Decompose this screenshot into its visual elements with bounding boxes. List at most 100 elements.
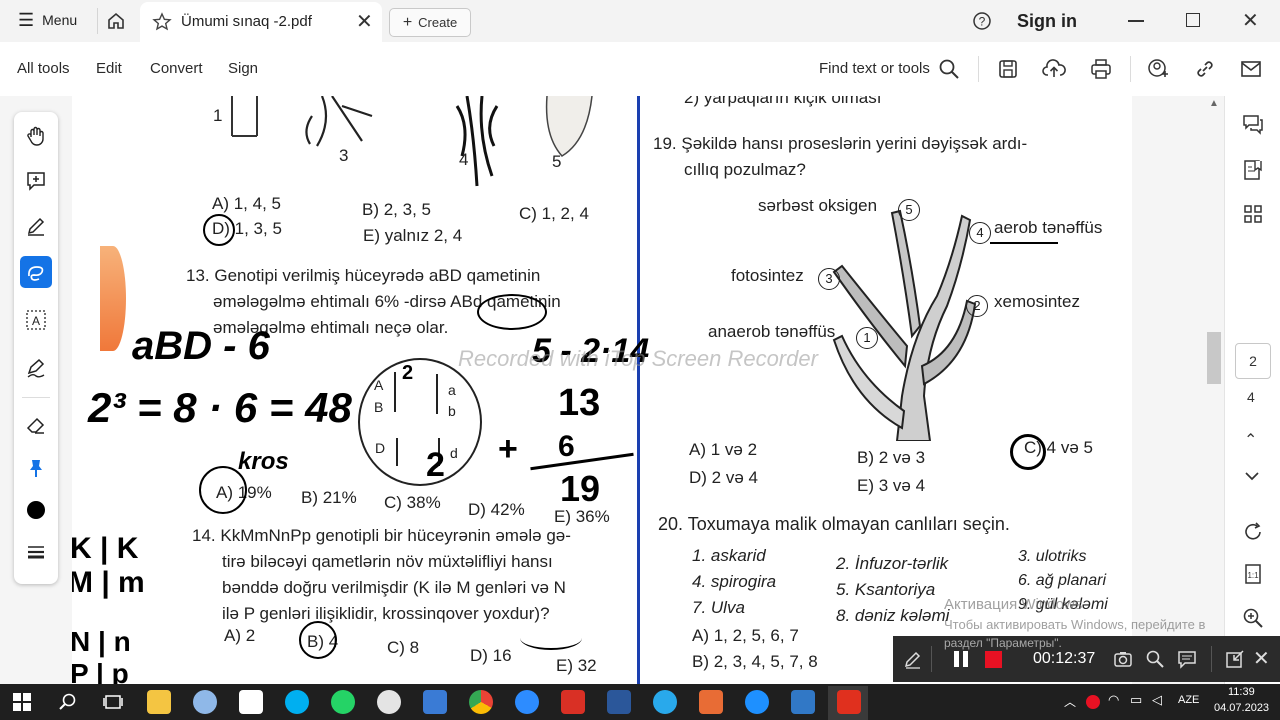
question-text: bənddə doğru verilmişdir (K ilə M genlər… [222, 578, 566, 597]
scroll-up-icon[interactable]: ▲ [1209, 98, 1219, 109]
mail-icon[interactable] [1240, 59, 1262, 79]
cloud-upload-icon[interactable] [1042, 58, 1066, 80]
create-label: Create [418, 15, 458, 30]
volume-icon[interactable]: ◁ [1152, 692, 1162, 708]
zoom-icon[interactable] [1145, 649, 1165, 669]
color-picker[interactable] [20, 494, 52, 526]
search-icon[interactable] [938, 58, 960, 80]
home-button[interactable] [100, 5, 132, 37]
language-indicator[interactable]: AZE [1178, 694, 1199, 706]
message-icon[interactable] [1177, 649, 1197, 669]
tray-chevron-icon[interactable]: ︿ [1064, 693, 1076, 710]
taskbar-search-icon[interactable] [58, 692, 78, 712]
clock-date[interactable]: 04.07.2023 [1214, 702, 1269, 714]
hamburger-icon: ☰ [18, 10, 35, 30]
print-icon[interactable] [1090, 58, 1112, 80]
chevron-up-icon[interactable]: ⌃ [1244, 430, 1257, 450]
powerpoint-icon[interactable] [699, 690, 723, 714]
paint-icon[interactable] [193, 690, 217, 714]
question-text: ilə P genləri ilişiklidir, krossinqover … [222, 604, 550, 623]
store-icon[interactable] [239, 690, 263, 714]
find-text-field[interactable]: Find text or tools [819, 60, 930, 77]
word-icon[interactable] [607, 690, 631, 714]
whatsapp-icon[interactable] [331, 690, 355, 714]
restore-icon[interactable] [1186, 13, 1200, 27]
convert-menu[interactable]: Convert [150, 60, 203, 77]
line-weight-tool[interactable] [20, 536, 52, 568]
acrobat-icon[interactable] [837, 690, 861, 714]
question-text: 19. Şəkildə hansı proseslərin yerini dəy… [653, 134, 1028, 153]
stop-record-button[interactable] [985, 651, 1002, 668]
page-number-input[interactable]: 2 [1235, 343, 1271, 379]
thumbnails-button[interactable] [1237, 198, 1269, 230]
ink-circle [477, 294, 547, 330]
telegram-icon[interactable] [653, 690, 677, 714]
sign-tool[interactable] [20, 352, 52, 384]
figure-label: 3 [339, 146, 349, 165]
minimize-icon[interactable] [1128, 20, 1144, 22]
chrome-icon[interactable] [469, 690, 493, 714]
pin-tool[interactable] [20, 452, 52, 484]
rotate-button[interactable] [1237, 516, 1269, 548]
save-icon[interactable] [997, 58, 1019, 80]
gene-label: B [374, 399, 384, 415]
zoom-in-button[interactable] [1237, 602, 1269, 634]
star-icon[interactable] [152, 12, 172, 32]
all-tools-menu[interactable]: All tools [17, 60, 70, 77]
sign-menu[interactable]: Sign [228, 60, 258, 77]
recorder-app-icon[interactable] [561, 690, 585, 714]
tray-recorder-icon[interactable] [1086, 695, 1100, 709]
network-icon[interactable]: ◠ [1108, 692, 1119, 708]
app-icon[interactable] [423, 690, 447, 714]
diagram-label: sərbəst oksigen [758, 196, 878, 215]
comments-panel-button[interactable] [1237, 108, 1269, 140]
help-button[interactable]: ? [966, 5, 998, 37]
skype-icon[interactable] [285, 690, 309, 714]
answer-option: D) 42% [468, 500, 525, 519]
close-tab-icon[interactable]: ✕ [356, 9, 373, 34]
comment-tool[interactable] [20, 165, 52, 197]
windows-start-icon[interactable] [13, 693, 31, 711]
calculator-icon[interactable] [791, 690, 815, 714]
edit-menu[interactable]: Edit [96, 60, 122, 77]
link-icon[interactable] [1194, 58, 1216, 80]
text-box-tool[interactable]: A [20, 304, 52, 336]
create-button[interactable]: + Create [389, 8, 471, 37]
minimize-recorder-icon[interactable] [1225, 649, 1245, 669]
close-recorder-icon[interactable]: ✕ [1253, 646, 1270, 671]
share-user-icon[interactable] [1147, 58, 1169, 80]
file-explorer-icon[interactable] [147, 690, 171, 714]
page-fit-button[interactable]: 1:1 [1237, 558, 1269, 590]
close-window-icon[interactable]: ✕ [1242, 8, 1259, 33]
diagram-label: aerob tənəffüs [994, 218, 1103, 237]
ink-underline [520, 626, 582, 650]
task-view-icon[interactable] [103, 692, 123, 712]
sign-in-link[interactable]: Sign in [1017, 11, 1077, 32]
vertical-scrollbar[interactable]: ▲ [1205, 98, 1223, 682]
camera-icon[interactable] [1113, 649, 1133, 669]
app-icon[interactable] [377, 690, 401, 714]
scroll-thumb[interactable] [1207, 332, 1221, 384]
highlight-tool[interactable] [20, 210, 52, 242]
zoom-in-icon [1243, 608, 1263, 628]
battery-icon[interactable]: ▭ [1130, 692, 1142, 708]
handwriting: P | p [72, 658, 129, 684]
color-dot-icon [27, 501, 45, 519]
hand-tool[interactable] [20, 120, 52, 152]
chevron-down-icon[interactable] [1244, 470, 1260, 482]
zoom-app-icon[interactable] [515, 690, 539, 714]
pause-icon[interactable] [954, 651, 959, 667]
bookmark-icon [1244, 160, 1262, 180]
list-item: 7. Ulva [692, 598, 745, 617]
pause-icon[interactable] [963, 651, 968, 667]
clock-time[interactable]: 11:39 [1228, 686, 1255, 698]
menu-button[interactable]: ☰ Menu [18, 10, 77, 30]
answer-option: A) 2 [224, 626, 256, 645]
draw-tool-active[interactable] [20, 256, 52, 288]
eraser-tool[interactable] [20, 409, 52, 441]
document-tab[interactable]: Ümumi sınaq -2.pdf ✕ [140, 2, 382, 42]
pen-annotate-icon[interactable] [903, 649, 923, 669]
app-icon[interactable] [745, 690, 769, 714]
bookmarks-button[interactable] [1237, 154, 1269, 186]
eraser-icon [26, 417, 45, 434]
